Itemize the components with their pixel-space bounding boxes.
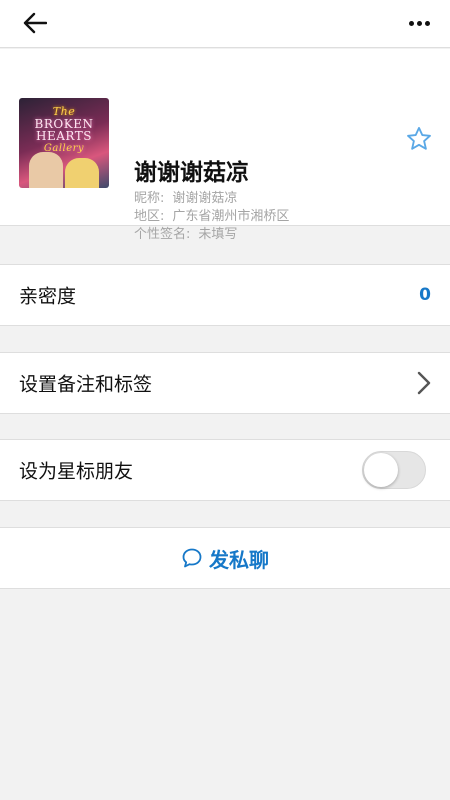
star-friend-row: 设为星标朋友 (0, 439, 450, 501)
nickname-line: 昵称: 谢谢谢菇凉 (134, 187, 237, 206)
remark-tags-label: 设置备注和标签 (19, 373, 153, 396)
intimacy-row: 亲密度 0 (0, 264, 450, 326)
nickname-label: 昵称: (134, 191, 165, 206)
avatar[interactable]: The BROKEN HEARTS Gallery (19, 98, 109, 188)
top-bar (0, 0, 450, 48)
back-button[interactable] (18, 8, 52, 38)
chevron-right-icon (417, 371, 431, 395)
avatar-artwork: The BROKEN HEARTS Gallery (34, 105, 94, 155)
region-label: 地区: (134, 209, 165, 224)
signature-label: 个性签名: (134, 227, 191, 242)
star-button[interactable] (405, 125, 433, 153)
private-chat-button[interactable]: 发私聊 (0, 527, 450, 589)
region-line: 地区: 广东省潮州市湘桥区 (134, 205, 289, 224)
star-friend-toggle[interactable] (362, 451, 426, 489)
more-button[interactable] (402, 8, 436, 38)
toggle-knob (364, 453, 398, 487)
remark-tags-row[interactable]: 设置备注和标签 (0, 352, 450, 414)
intimacy-label: 亲密度 (19, 285, 77, 308)
profile-name: 谢谢谢菇凉 (134, 160, 249, 186)
private-chat-label: 发私聊 (209, 547, 269, 572)
arrow-left-icon (23, 12, 47, 34)
profile-card: The BROKEN HEARTS Gallery 谢谢谢菇凉 昵称: 谢谢谢菇凉… (0, 49, 450, 242)
signature-value: 未填写 (198, 227, 238, 242)
nickname-value: 谢谢谢菇凉 (172, 191, 238, 206)
more-horizontal-icon (407, 20, 431, 26)
chat-bubble-icon (182, 548, 202, 568)
star-outline-icon (407, 126, 431, 150)
signature-line: 个性签名: 未填写 (134, 223, 237, 242)
intimacy-value: 0 (419, 285, 431, 305)
star-friend-label: 设为星标朋友 (19, 460, 134, 483)
region-value: 广东省潮州市湘桥区 (172, 209, 290, 224)
